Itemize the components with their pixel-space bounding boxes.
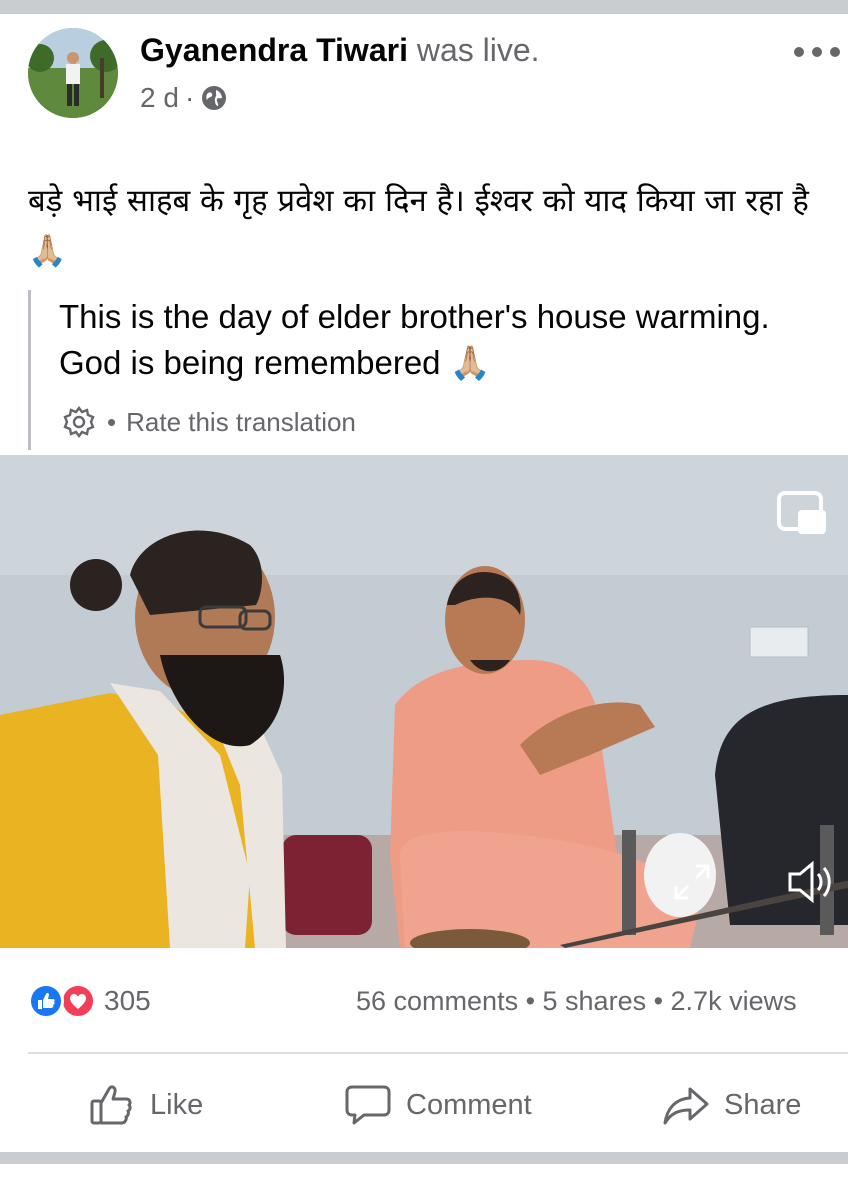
rate-translation-link[interactable]: Rate this translation [126,407,356,438]
translation-text: This is the day of elder brother's house… [59,298,770,381]
rate-translation-row[interactable]: • Rate this translation [61,404,356,440]
more-horizontal-icon [794,47,804,57]
share-icon [663,1087,709,1125]
more-options-button[interactable] [794,40,840,64]
post-time[interactable]: 2 d [140,82,179,114]
volume-icon[interactable] [786,858,836,906]
next-post-edge [0,1164,848,1200]
reactions-summary[interactable]: 305 [28,983,151,1019]
like-reaction-icon [28,983,64,1019]
post-meta: 2 d · [140,82,228,114]
top-separator [0,0,848,14]
comment-button[interactable]: Comment [344,1078,532,1132]
post-text: बड़े भाई साहब के गृह प्रवेश का दिन है। ई… [28,183,809,269]
author-line: Gyanendra Tiwari was live. [140,32,540,69]
video-frame [0,455,848,948]
live-status: was live. [416,32,540,68]
love-reaction-icon [60,983,96,1019]
thumbs-up-icon [90,1085,132,1125]
translation-block: This is the day of elder brother's house… [28,290,808,450]
globe-icon [200,84,228,112]
divider [28,1052,848,1054]
picture-in-picture-icon[interactable] [776,490,828,536]
avatar[interactable] [28,28,118,118]
author-name[interactable]: Gyanendra Tiwari [140,32,408,68]
expand-icon[interactable] [672,862,712,902]
engagement-stats[interactable]: 56 comments • 5 shares • 2.7k views [356,986,797,1017]
gear-icon [61,404,97,440]
comment-label: Comment [406,1088,532,1121]
bottom-separator [0,1152,848,1200]
comment-icon [345,1085,391,1125]
rate-separator: • [107,406,117,437]
reaction-count: 305 [104,985,151,1016]
live-video[interactable] [0,455,848,948]
like-label: Like [150,1088,204,1121]
share-button[interactable]: Share [662,1078,801,1132]
meta-separator: · [184,82,195,113]
share-label: Share [724,1088,802,1121]
like-button[interactable]: Like [88,1078,203,1132]
